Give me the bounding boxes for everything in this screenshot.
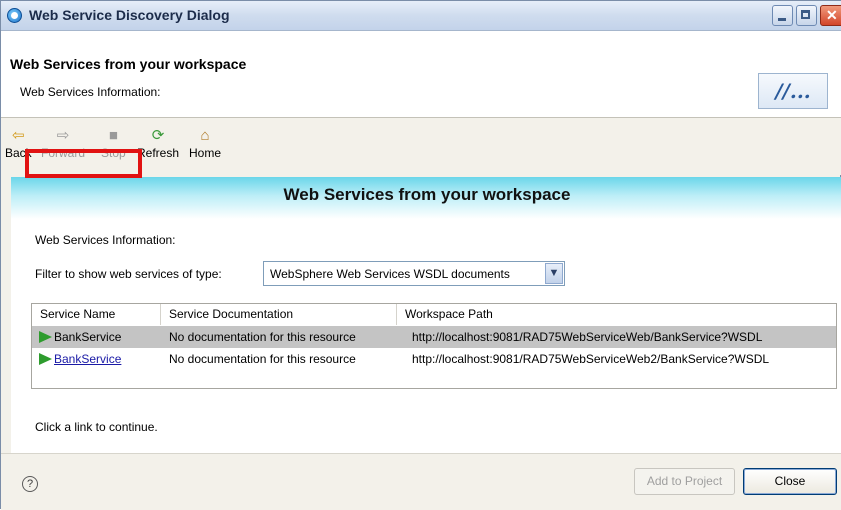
minimize-button[interactable] [772, 5, 793, 26]
dialog-window: Web Service Discovery Dialog Web Service… [0, 0, 841, 510]
refresh-button[interactable]: ⟳ Refresh [137, 126, 179, 160]
services-table: Service Name Service Documentation Works… [31, 303, 837, 389]
header-title: Web Services from your workspace [10, 56, 247, 72]
continue-hint: Click a link to continue. [35, 420, 158, 434]
web-service-icon [39, 331, 52, 343]
service-doc-cell: No documentation for this resource [169, 330, 356, 344]
web-service-icon [39, 353, 52, 365]
close-window-button[interactable] [820, 5, 841, 26]
service-name-cell[interactable]: BankService [39, 348, 121, 370]
filter-value: WebSphere Web Services WSDL documents [270, 267, 510, 281]
header-subtitle: Web Services Information: [20, 85, 161, 99]
workspace-path-cell: http://localhost:9081/RAD75WebServiceWeb… [412, 330, 763, 344]
column-header-service-name[interactable]: Service Name [32, 304, 161, 325]
service-doc-cell: No documentation for this resource [169, 352, 356, 366]
dialog-footer: ? Add to Project Close [1, 453, 841, 510]
workspace-path-cell: http://localhost:9081/RAD75WebServiceWeb… [412, 352, 770, 366]
window-title: Web Service Discovery Dialog [29, 7, 230, 23]
info-label: Web Services Information: [35, 233, 176, 247]
banner-title: Web Services from your workspace [283, 185, 571, 204]
help-icon[interactable]: ? [22, 476, 38, 492]
service-name-cell[interactable]: BankService [39, 326, 121, 348]
app-icon [7, 8, 22, 23]
arrow-right-icon: ⇨ [56, 127, 70, 144]
table-row[interactable]: BankService No documentation for this re… [32, 348, 836, 370]
chevron-down-icon[interactable]: ▼ [545, 263, 563, 284]
content-banner: Web Services from your workspace [11, 177, 841, 219]
highlight-box [25, 149, 142, 178]
home-label: Home [189, 146, 222, 160]
header-logo: //... [758, 73, 828, 109]
service-name[interactable]: BankService [54, 330, 121, 344]
refresh-icon: ⟳ [151, 127, 165, 144]
close-button[interactable]: Close [743, 468, 837, 495]
filter-type-select[interactable]: WebSphere Web Services WSDL documents ▼ [263, 261, 565, 286]
dialog-header: Web Services from your workspace Web Ser… [1, 31, 841, 118]
service-name-link[interactable]: BankService [54, 352, 121, 366]
filter-label: Filter to show web services of type: [35, 267, 222, 281]
stop-icon: ■ [108, 127, 118, 144]
column-header-service-documentation[interactable]: Service Documentation [161, 304, 397, 325]
add-to-project-button[interactable]: Add to Project [634, 468, 735, 495]
refresh-label: Refresh [137, 146, 180, 160]
maximize-button[interactable] [796, 5, 817, 26]
title-bar: Web Service Discovery Dialog [1, 1, 841, 31]
table-row[interactable]: BankService No documentation for this re… [32, 326, 836, 348]
home-icon: ⌂ [200, 127, 210, 144]
arrow-left-icon: ⇦ [12, 127, 25, 144]
home-button[interactable]: ⌂ Home [189, 126, 221, 160]
column-header-workspace-path[interactable]: Workspace Path [397, 304, 836, 325]
